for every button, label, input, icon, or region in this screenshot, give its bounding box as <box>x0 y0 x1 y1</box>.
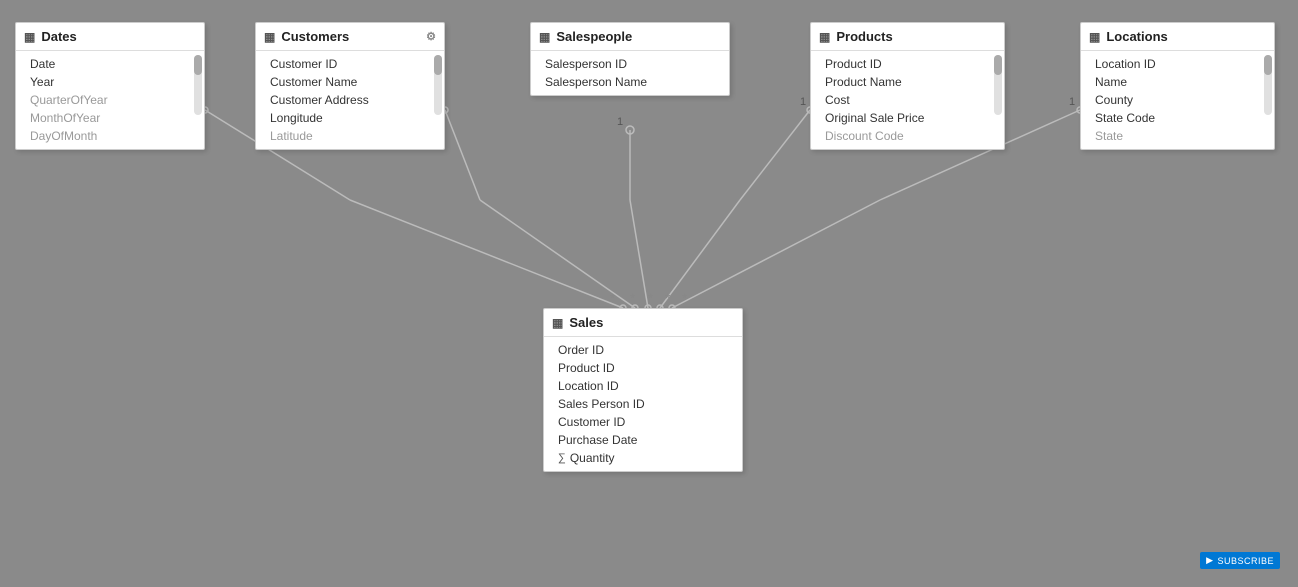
diagram-canvas: 1 1 1 1 1 * * * * * ▦ Dates Date Year Qu… <box>0 0 1298 587</box>
customers-table-title: Customers <box>281 29 420 44</box>
locations-table-header: ▦ Locations <box>1081 23 1274 51</box>
products-table-header: ▦ Products <box>811 23 1004 51</box>
locations-table-body: Location ID Name County State Code State <box>1081 51 1274 149</box>
customers-table-icon: ▦ <box>264 30 275 44</box>
customers-table-body: Customer ID Customer Name Customer Addre… <box>256 51 444 149</box>
locations-scrollbar-thumb[interactable] <box>1264 55 1272 75</box>
table-row: Location ID <box>544 377 742 395</box>
sales-table-header: ▦ Sales <box>544 309 742 337</box>
sigma-icon: ∑ <box>558 452 566 464</box>
table-row: Cost <box>811 91 1004 109</box>
products-table-title: Products <box>836 29 996 44</box>
svg-text:1: 1 <box>617 116 623 128</box>
locations-table-icon: ▦ <box>1089 30 1100 44</box>
svg-text:*: * <box>630 290 636 306</box>
salespeople-table-header: ▦ Salespeople <box>531 23 729 51</box>
sales-table-icon: ▦ <box>552 316 563 330</box>
products-table: ▦ Products Product ID Product Name Cost … <box>810 22 1005 150</box>
subscribe-icon: ▶ <box>1206 555 1213 566</box>
dates-table-header: ▦ Dates <box>16 23 204 51</box>
svg-text:1: 1 <box>800 96 806 108</box>
table-row: ∑ Quantity <box>544 449 742 467</box>
customers-scrollbar[interactable] <box>434 55 442 115</box>
table-row: Salesperson ID <box>531 55 729 73</box>
table-row: Customer ID <box>256 55 444 73</box>
customers-scrollbar-thumb[interactable] <box>434 55 442 75</box>
locations-table: ▦ Locations Location ID Name County Stat… <box>1080 22 1275 150</box>
table-row: State <box>1081 127 1274 145</box>
table-row: Date <box>16 55 204 73</box>
subscribe-badge[interactable]: ▶ SUBSCRIBE <box>1200 552 1280 569</box>
table-row: Year <box>16 73 204 91</box>
sales-table-body: Order ID Product ID Location ID Sales Pe… <box>544 337 742 471</box>
dates-scrollbar[interactable] <box>194 55 202 115</box>
products-table-body: Product ID Product Name Cost Original Sa… <box>811 51 1004 149</box>
locations-table-title: Locations <box>1106 29 1266 44</box>
svg-text:1: 1 <box>1069 96 1075 108</box>
products-table-icon: ▦ <box>819 30 830 44</box>
sales-table: ▦ Sales Order ID Product ID Location ID … <box>543 308 743 472</box>
subscribe-label: SUBSCRIBE <box>1217 556 1274 566</box>
table-row: State Code <box>1081 109 1274 127</box>
svg-text:*: * <box>610 290 616 306</box>
table-row: Customer Address <box>256 91 444 109</box>
salespeople-table-title: Salespeople <box>556 29 721 44</box>
table-row: Latitude <box>256 127 444 145</box>
table-row: Discount Code <box>811 127 1004 145</box>
customers-table-header: ▦ Customers ⚙ <box>256 23 444 51</box>
customers-table-menu[interactable]: ⚙ <box>426 30 436 43</box>
salespeople-table: ▦ Salespeople Salesperson ID Salesperson… <box>530 22 730 96</box>
dates-table-icon: ▦ <box>24 30 35 44</box>
dates-scrollbar-thumb[interactable] <box>194 55 202 75</box>
customers-table: ▦ Customers ⚙ Customer ID Customer Name … <box>255 22 445 150</box>
salespeople-table-icon: ▦ <box>539 30 550 44</box>
table-row: County <box>1081 91 1274 109</box>
sales-table-title: Sales <box>569 315 734 330</box>
table-row: Sales Person ID <box>544 395 742 413</box>
dates-table: ▦ Dates Date Year QuarterOfYear MonthOfY… <box>15 22 205 150</box>
table-row: Customer ID <box>544 413 742 431</box>
table-row: Order ID <box>544 341 742 359</box>
svg-text:*: * <box>682 290 688 306</box>
products-scrollbar[interactable] <box>994 55 1002 115</box>
dates-table-body: Date Year QuarterOfYear MonthOfYear DayO… <box>16 51 204 149</box>
table-row: Salesperson Name <box>531 73 729 91</box>
table-row: Purchase Date <box>544 431 742 449</box>
table-row: Product ID <box>811 55 1004 73</box>
table-row: Customer Name <box>256 73 444 91</box>
table-row: MonthOfYear <box>16 109 204 127</box>
svg-text:*: * <box>665 290 671 306</box>
dates-table-title: Dates <box>41 29 196 44</box>
salespeople-table-body: Salesperson ID Salesperson Name <box>531 51 729 95</box>
locations-scrollbar[interactable] <box>1264 55 1272 115</box>
table-row: Product Name <box>811 73 1004 91</box>
table-row: Original Sale Price <box>811 109 1004 127</box>
products-scrollbar-thumb[interactable] <box>994 55 1002 75</box>
table-row: Name <box>1081 73 1274 91</box>
table-row: Longitude <box>256 109 444 127</box>
svg-text:*: * <box>648 290 654 306</box>
table-row: Product ID <box>544 359 742 377</box>
table-row: QuarterOfYear <box>16 91 204 109</box>
table-row: Location ID <box>1081 55 1274 73</box>
table-row: DayOfMonth <box>16 127 204 145</box>
